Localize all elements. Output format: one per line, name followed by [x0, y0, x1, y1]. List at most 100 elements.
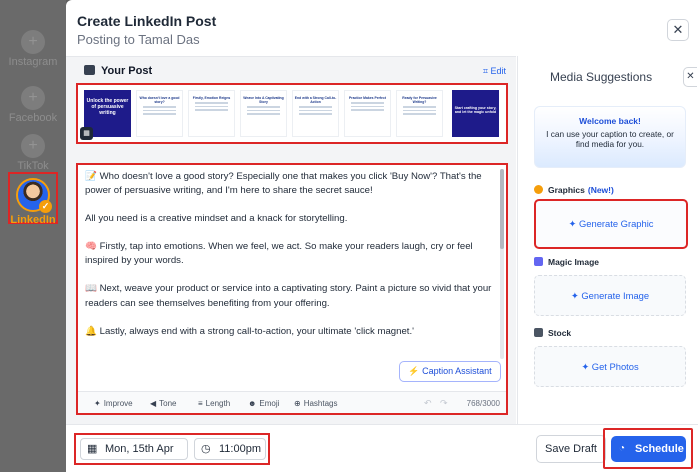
modal-subtitle: Posting to Tamal Das	[77, 32, 200, 47]
network-label: TikTok	[17, 160, 49, 172]
slide-title: Weave Into A Captivating Story	[243, 96, 284, 104]
hashtags-button[interactable]: ⊕ Hashtags	[294, 399, 338, 408]
caption-paragraph: 📖 Next, weave your product or service in…	[85, 283, 492, 309]
date-picker-button[interactable]: ▦ Mon, 15th Apr	[80, 438, 188, 460]
generate-graphic-button[interactable]: ✦ Generate Graphic	[534, 199, 688, 249]
schedule-highlight: ◔ Schedule	[603, 428, 693, 469]
create-post-modal: Create LinkedIn Post Posting to Tamal Da…	[66, 0, 698, 472]
carousel-slide[interactable]: Start crafting your story, and let the m…	[452, 90, 499, 137]
emoji-icon: ☻	[248, 399, 257, 408]
calendar-icon: ▦	[87, 443, 98, 455]
carousel-preview[interactable]: Unlock the power of persuasive writing W…	[76, 83, 508, 144]
caption-textarea[interactable]: 📝 Who doesn't love a good story? Especia…	[85, 170, 499, 353]
time-picker-button[interactable]: ◷ 11:00pm	[194, 438, 266, 460]
avatar: ✓	[16, 178, 52, 213]
editor-toolbar: ✦ Improve ◀ Tone ≡ Length ☻ Emoji ⊕ Hashtags …	[78, 391, 506, 413]
palette-icon	[534, 185, 543, 194]
sparkle-icon: ✦	[581, 361, 590, 372]
welcome-title: Welcome back!	[579, 116, 641, 126]
slide-title: Unlock the power of persuasive writing	[86, 98, 129, 116]
carousel-slide[interactable]: End with a Strong Call-to-Action	[292, 90, 339, 137]
image-icon	[84, 65, 95, 75]
hashtags-label: Hashtags	[303, 399, 338, 408]
network-tiktok[interactable]: + TikTok	[0, 134, 66, 172]
save-draft-button[interactable]: Save Draft	[536, 435, 606, 463]
caption-assistant-label: Caption Assistant	[422, 366, 492, 376]
network-rail: + Instagram + Facebook + TikTok ✓ Linked…	[0, 0, 66, 472]
schedule-label: Schedule	[635, 443, 684, 455]
check-icon: ✓	[39, 200, 52, 213]
schedule-icon: ◔	[619, 443, 626, 454]
grid-icon: ▦	[83, 130, 90, 137]
crop-icon: ⌗	[482, 66, 488, 76]
carousel-slide[interactable]: Practice Makes Perfect	[344, 90, 391, 137]
edit-button[interactable]: ⌗ Edit	[483, 66, 506, 77]
network-label: LinkedIn	[10, 214, 56, 226]
network-facebook[interactable]: + Facebook	[0, 86, 66, 124]
undo-icon[interactable]: ↶	[424, 398, 432, 409]
megaphone-icon: ◀	[150, 399, 157, 408]
caption-editor[interactable]: 📝 Who doesn't love a good story? Especia…	[76, 163, 508, 415]
carousel-slide[interactable]: Firstly, Emotion Reigns	[188, 90, 235, 137]
clock-icon: ◷	[201, 443, 211, 455]
grid-view-button[interactable]: ▦	[80, 127, 93, 140]
sparkle-icon: ✦	[570, 290, 579, 301]
emoji-button[interactable]: ☻ Emoji	[248, 399, 279, 408]
tone-label: Tone	[159, 399, 177, 408]
slide-title: Ready for Persuasive Writing?	[402, 96, 437, 104]
welcome-card: Welcome back! I can use your caption to …	[534, 106, 686, 168]
your-post-heading: Your Post	[84, 65, 152, 77]
slide-title: Firstly, Emotion Reigns	[192, 96, 231, 100]
stock-heading: Stock	[534, 328, 571, 338]
close-icon: ✕	[672, 22, 684, 37]
plus-icon: +	[21, 30, 45, 54]
network-label: Instagram	[8, 56, 58, 68]
scrollbar-thumb[interactable]	[500, 169, 504, 249]
stock-label: Stock	[548, 328, 572, 338]
char-count: 768/3000	[466, 399, 500, 408]
edit-label: Edit	[490, 66, 506, 76]
sparkle-icon: ✦	[94, 399, 101, 408]
close-icon: ✕	[686, 71, 695, 82]
media-suggestions-panel: Media Suggestions ✕ Welcome back! I can …	[517, 56, 698, 424]
generate-image-button[interactable]: ✦ Generate Image	[534, 275, 686, 316]
time-value: 11:00pm	[219, 443, 261, 455]
network-label: Facebook	[8, 112, 58, 124]
media-suggestions-title: Media Suggestions	[550, 70, 653, 84]
carousel-slide[interactable]: Who doesn't love a good story?	[136, 90, 183, 137]
carousel-slide[interactable]: Weave Into A Captivating Story	[240, 90, 287, 137]
carousel-slide[interactable]: Ready for Persuasive Writing?	[396, 90, 443, 137]
lines-icon: ≡	[198, 399, 203, 408]
generate-graphic-label: Generate Graphic	[578, 218, 654, 229]
close-button[interactable]: ✕	[667, 19, 689, 41]
generate-image-label: Generate Image	[581, 290, 650, 301]
hashtag-icon: ⊕	[294, 399, 301, 408]
slide-title: Start crafting your story, and let the m…	[454, 106, 497, 115]
network-linkedin[interactable]: ✓ LinkedIn	[8, 172, 58, 226]
schedule-button[interactable]: ◔ Schedule	[611, 436, 686, 462]
lightning-icon: ⚡	[408, 366, 420, 376]
date-value: Mon, 15th Apr	[105, 443, 174, 455]
modal-title: Create LinkedIn Post	[77, 13, 217, 29]
redo-icon[interactable]: ↷	[440, 398, 448, 409]
improve-button[interactable]: ✦ Improve	[94, 399, 133, 408]
tone-button[interactable]: ◀ Tone	[150, 399, 177, 408]
welcome-text: I can use your caption to create, or fin…	[546, 129, 674, 149]
editor-scrollbar[interactable]	[500, 169, 504, 359]
post-panel: Your Post ⌗ Edit Unlock the power of per…	[66, 56, 516, 424]
sparkle-icon: ✦	[568, 218, 577, 229]
graphics-heading: Graphics (New!)	[534, 185, 614, 195]
length-button[interactable]: ≡ Length	[198, 399, 230, 408]
slide-title: End with a Strong Call-to-Action	[294, 96, 337, 104]
caption-paragraph: 🔔 Lastly, always end with a strong call-…	[85, 325, 414, 337]
magic-image-label: Magic Image	[548, 257, 600, 267]
get-photos-button[interactable]: ✦ Get Photos	[534, 346, 686, 387]
plus-icon: +	[21, 134, 45, 158]
length-label: Length	[205, 399, 231, 408]
caption-assistant-button[interactable]: ⚡ Caption Assistant	[399, 361, 501, 382]
photo-icon	[534, 328, 543, 337]
collapse-panel-button[interactable]: ✕	[683, 67, 697, 87]
modal-footer: ▦ Mon, 15th Apr ◷ 11:00pm Save Draft ◔ Sche…	[66, 424, 698, 472]
network-instagram[interactable]: + Instagram	[0, 30, 66, 68]
magic-image-heading: Magic Image	[534, 257, 599, 267]
